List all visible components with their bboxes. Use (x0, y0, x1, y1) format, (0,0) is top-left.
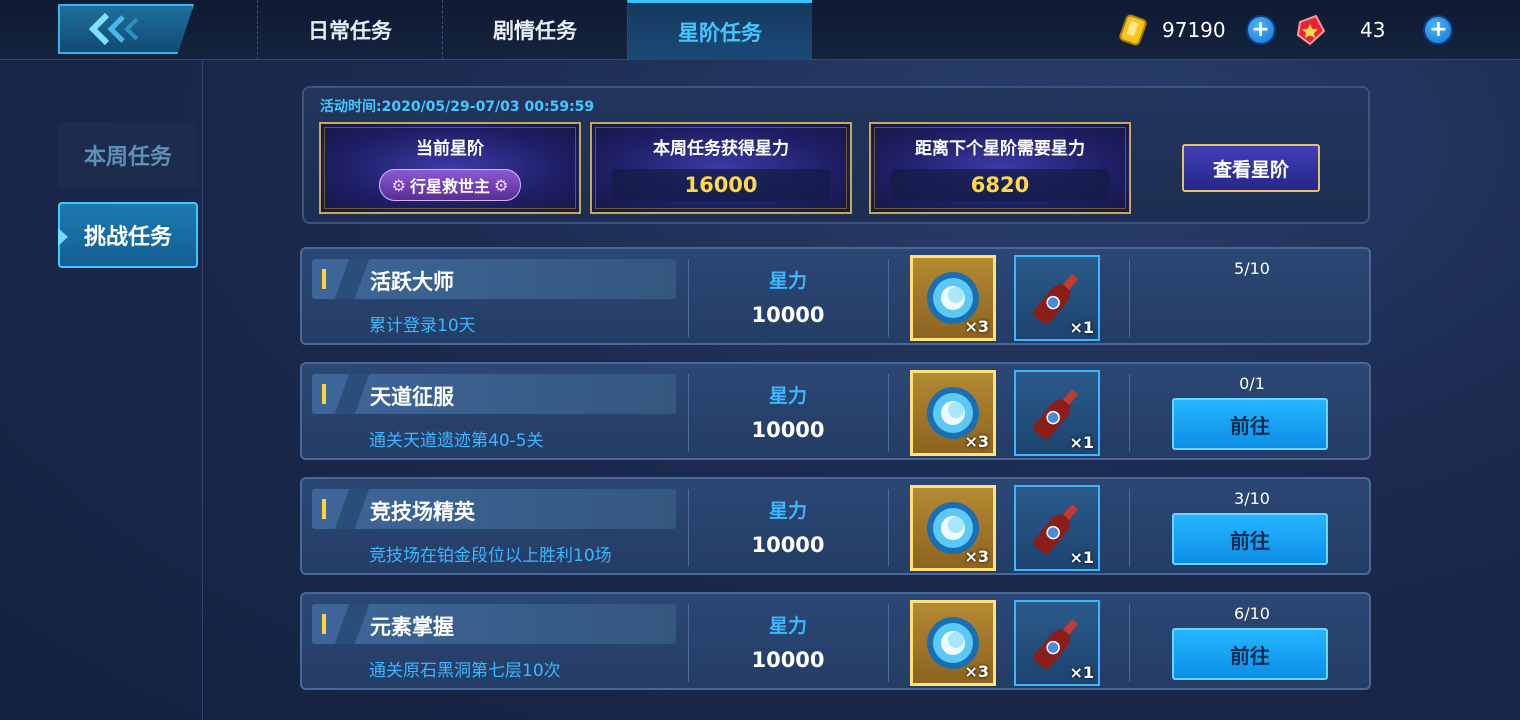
go-button[interactable]: 前往 (1172, 398, 1328, 450)
rank-name: 行星救世主 (409, 177, 490, 196)
add-gold-button[interactable]: + (1245, 15, 1276, 45)
rank-badge: ⚙ 行星救世主 ⚙ (378, 169, 522, 201)
task-description: 通关天道遗迹第40-5关 (369, 431, 544, 451)
task-description: 通关原石黑洞第七层10次 (369, 661, 561, 681)
weekly-star-card: 本周任务获得星力 16000 (590, 122, 852, 214)
reward-quantity: ×1 (1069, 433, 1094, 452)
reward-orb[interactable]: ×3 (910, 485, 996, 571)
gem-amount: 43 (1360, 18, 1386, 42)
star-power-value: 10000 (751, 418, 825, 442)
activity-time: 活动时间:2020/05/29-07/03 00:59:59 (320, 99, 595, 115)
reward-orb[interactable]: ×3 (910, 600, 996, 686)
tab-story[interactable]: 剧情任务 (442, 0, 627, 60)
plus-icon: + (1429, 17, 1448, 42)
reward-bottle[interactable]: ×1 (1014, 485, 1100, 571)
task-description: 竞技场在铂金段位以上胜利10场 (369, 546, 612, 566)
star-power-value: 10000 (751, 533, 825, 557)
task-progress: 3/10 (1234, 489, 1270, 508)
next-rank-value: 6820 (891, 169, 1109, 201)
top-bar: 日常任务 剧情任务 星阶任务 97190 + 43 + (0, 0, 1520, 60)
task-progress: 5/10 (1234, 259, 1270, 278)
task-header: 天道征服 (312, 374, 676, 414)
task-progress: 6/10 (1234, 604, 1270, 623)
add-gem-button[interactable]: + (1423, 15, 1454, 45)
reward-bottle[interactable]: ×1 (1014, 255, 1100, 341)
task-header: 元素掌握 (312, 604, 676, 644)
task-progress: 0/1 (1239, 374, 1265, 393)
reward-quantity: ×1 (1069, 318, 1094, 337)
star-power-value: 10000 (751, 648, 825, 672)
task-title: 活跃大师 (370, 270, 454, 294)
task-header: 竞技场精英 (312, 489, 676, 529)
plus-icon: + (1251, 17, 1270, 42)
task-title: 元素掌握 (370, 615, 454, 639)
gear-icon: ⚙ (391, 175, 406, 195)
task-row: 竞技场精英 竞技场在铂金段位以上胜利10场 星力 10000 ×3 ×1 3/1… (300, 477, 1371, 575)
gold-currency: 97190 + (1116, 12, 1276, 48)
star-power-label: 星力 (768, 500, 807, 522)
current-rank-card: 当前星阶 ⚙ 行星救世主 ⚙ (319, 122, 581, 214)
star-power-label: 星力 (768, 270, 807, 292)
next-rank-card: 距离下个星阶需要星力 6820 (869, 122, 1131, 214)
summary-panel: 活动时间:2020/05/29-07/03 00:59:59 当前星阶 ⚙ 行星… (302, 86, 1370, 224)
reward-quantity: ×3 (964, 662, 989, 681)
reward-quantity: ×3 (964, 317, 989, 336)
task-row: 元素掌握 通关原石黑洞第七层10次 星力 10000 ×3 ×1 6/10 前往 (300, 592, 1371, 690)
reward-quantity: ×3 (964, 432, 989, 451)
next-rank-title: 距离下个星阶需要星力 (915, 139, 1085, 159)
reward-quantity: ×3 (964, 547, 989, 566)
reward-quantity: ×1 (1069, 663, 1094, 682)
weekly-star-title: 本周任务获得星力 (653, 139, 789, 159)
sidebar-item-challenge[interactable]: 挑战任务 (58, 202, 198, 268)
gold-bar-icon (1119, 14, 1147, 46)
task-row: 活跃大师 累计登录10天 星力 10000 ×3 ×1 5/10 (300, 247, 1371, 345)
red-gem-icon (1296, 14, 1326, 46)
star-power-label: 星力 (768, 615, 807, 637)
weekly-star-value: 16000 (612, 169, 830, 201)
star-power-value: 10000 (751, 303, 825, 327)
task-title: 竞技场精英 (370, 500, 475, 524)
sidebar-divider (202, 60, 203, 720)
star-power-label: 星力 (768, 385, 807, 407)
task-title: 天道征服 (370, 385, 454, 409)
gold-amount: 97190 (1162, 18, 1226, 42)
go-button[interactable]: 前往 (1172, 628, 1328, 680)
reward-orb[interactable]: ×3 (910, 370, 996, 456)
back-chevrons-icon (88, 12, 139, 46)
back-button[interactable] (58, 4, 194, 54)
sidebar-item-weekly[interactable]: 本周任务 (58, 122, 198, 188)
tab-daily[interactable]: 日常任务 (257, 0, 442, 60)
reward-orb[interactable]: ×3 (910, 255, 996, 341)
view-star-rank-button[interactable]: 查看星阶 (1182, 144, 1320, 192)
reward-bottle[interactable]: ×1 (1014, 370, 1100, 456)
task-header: 活跃大师 (312, 259, 676, 299)
task-row: 天道征服 通关天道遗迹第40-5关 星力 10000 ×3 ×1 0/1 前往 (300, 362, 1371, 460)
reward-quantity: ×1 (1069, 548, 1094, 567)
current-rank-title: 当前星阶 (416, 139, 484, 159)
go-button[interactable]: 前往 (1172, 513, 1328, 565)
gem-currency: 43 + (1294, 12, 1454, 48)
reward-bottle[interactable]: ×1 (1014, 600, 1100, 686)
tab-star-rank[interactable]: 星阶任务 (627, 0, 812, 60)
task-description: 累计登录10天 (369, 316, 476, 336)
gear-icon: ⚙ (494, 175, 509, 195)
